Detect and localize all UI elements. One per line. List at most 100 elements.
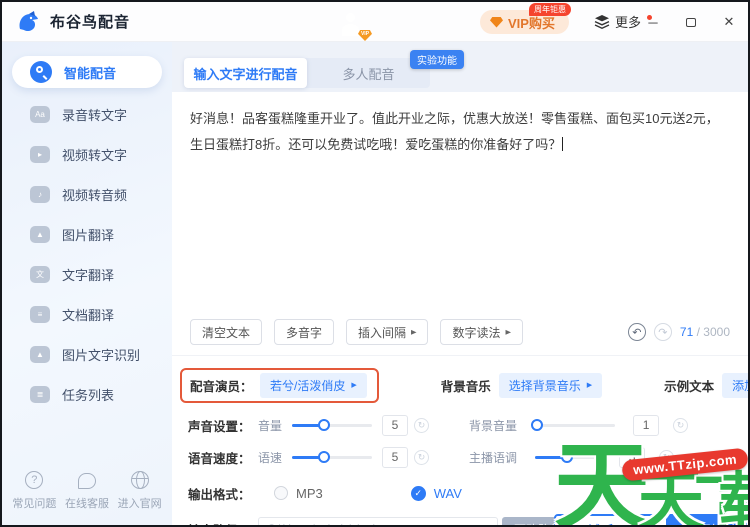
content-panel: 好消息！品客蛋糕隆重开业了。值此开业之际，优惠大放送！零售蛋糕、面包买10元送2… — [172, 92, 748, 525]
sidebar-item-label: 视频转音频 — [62, 187, 128, 203]
voice-actor-row: 配音演员： 若兮/活泼俏皮 ▶ 背景音乐 选择背景音乐 ▶ 示例文本 添 — [180, 367, 748, 403]
mp3-label: MP3 — [296, 485, 323, 501]
radio-wav[interactable]: ✓ WAV — [410, 485, 462, 501]
reset-icon[interactable]: ↻ — [673, 417, 689, 433]
voice-actor-label: 配音演员： — [190, 379, 253, 394]
sample-text-label: 示例文本 — [664, 379, 715, 394]
globe-icon — [130, 470, 149, 489]
maximize-button[interactable] — [672, 2, 710, 42]
polyphone-button[interactable]: 多音字 — [274, 319, 335, 345]
start-convert-button[interactable]: 开始转换 — [666, 514, 748, 526]
output-path-input[interactable] — [258, 516, 498, 525]
sidebar-item-label: 文字翻译 — [62, 267, 115, 283]
text-translate-icon: 文 — [30, 265, 50, 283]
ocr-icon: ▲ — [30, 345, 50, 363]
sidebar-item-label: 任务列表 — [62, 387, 115, 403]
sidebar-item-audio-to-text[interactable]: Aa 录音转文字 — [30, 100, 162, 128]
question-icon: ? — [25, 471, 44, 489]
layers-icon — [594, 15, 610, 29]
avatar-vip-badge: VIP — [358, 30, 372, 41]
sidebar-item-doc-translate[interactable]: ≡ 文档翻译 — [30, 300, 162, 328]
voice-actor-highlight-box: 配音演员： 若兮/活泼俏皮 ▶ — [180, 367, 379, 403]
char-counter: ↶ ↷ 71 / 3000 — [627, 323, 730, 341]
app-window: 布谷鸟配音 VIP VIP购买 周年钜惠 更多 ─ ✕ 智能配音 Aa 录音转文… — [0, 0, 750, 527]
lightning-icon — [685, 522, 688, 525]
speed-slider[interactable] — [292, 450, 373, 463]
volume-slider[interactable] — [292, 418, 373, 431]
sidebar-item-image-translate[interactable]: ▲ 图片翻译 — [30, 220, 162, 248]
video-to-text-icon: ▸ — [30, 145, 50, 163]
sidebar-item-text-translate[interactable]: 文 文字翻译 — [30, 260, 162, 288]
output-path-row: 输出路径： 更改路径 ▶ 试听一下 开始转换 — [188, 514, 748, 526]
dropdown-arrow-icon: ▶ — [351, 382, 357, 389]
chat-bubble-icon — [77, 473, 96, 489]
convert-label: 开始转换 — [698, 520, 748, 526]
video-to-audio-icon: ♪ — [30, 185, 50, 203]
tab-text-dubbing[interactable]: 输入文字进行配音 — [184, 58, 307, 88]
audio-to-text-icon: Aa — [30, 105, 50, 123]
sidebar-item-label: 录音转文字 — [62, 107, 128, 123]
sidebar-footer: ? 常见问题 在线客服 进入官网 — [2, 470, 172, 511]
char-count-current: 71 — [679, 325, 694, 339]
faq-label: 常见问题 — [12, 498, 57, 510]
titlebar: 布谷鸟配音 VIP VIP购买 周年钜惠 更多 ─ ✕ — [2, 2, 748, 42]
wav-label: WAV — [433, 485, 462, 501]
sample-text-select[interactable]: 添加示例文本 ▶ — [722, 372, 748, 398]
volume-input[interactable] — [382, 414, 409, 436]
sidebar-item-task-list[interactable]: ≣ 任务列表 — [30, 380, 162, 408]
voice-actor-value: 若兮/活泼俏皮 — [270, 378, 346, 393]
voice-actor-select[interactable]: 若兮/活泼俏皮 ▶ — [260, 372, 367, 398]
polyphone-label: 多音字 — [286, 325, 323, 340]
app-logo-bird-icon — [19, 10, 38, 31]
text-editor[interactable]: 好消息！品客蛋糕隆重开业了。值此开业之际，优惠大放送！零售蛋糕、面包买10元送2… — [172, 92, 748, 317]
sample-text-button-label: 添加示例文本 — [732, 378, 748, 393]
dropdown-arrow-icon: ▶ — [411, 329, 417, 336]
editor-toolbar: 清空文本 多音字 插入间隔 ▶ 数字读法 ▶ ↶ ↷ 71 / 3000 — [172, 317, 748, 356]
speed-label: 语速 — [258, 450, 283, 465]
number-reading-button[interactable]: 数字读法 ▶ — [440, 319, 523, 345]
customer-service-button[interactable]: 在线客服 — [65, 471, 109, 511]
bg-volume-slider[interactable] — [530, 418, 616, 431]
bgm-select[interactable]: 选择背景音乐 ▶ — [498, 372, 603, 398]
bgm-button-label: 选择背景音乐 — [508, 378, 581, 393]
text-caret — [562, 137, 564, 151]
close-button[interactable]: ✕ — [710, 2, 748, 42]
undo-icon[interactable]: ↶ — [627, 323, 646, 341]
minimize-button[interactable]: ─ — [634, 2, 672, 42]
radio-check-icon: ✓ — [410, 485, 426, 501]
sidebar-item-ocr[interactable]: ▲ 图片文字识别 — [30, 340, 162, 368]
pitch-input[interactable] — [619, 446, 646, 468]
official-site-button[interactable]: 进入官网 — [118, 470, 162, 511]
reset-icon[interactable]: ↻ — [414, 449, 430, 465]
doc-translate-icon: ≡ — [30, 305, 50, 323]
pitch-slider[interactable] — [535, 450, 602, 463]
redo-icon[interactable]: ↷ — [653, 323, 672, 341]
output-path-label: 输出路径： — [188, 520, 258, 526]
bgm-label: 背景音乐 — [440, 379, 491, 394]
customer-service-label: 在线客服 — [64, 498, 109, 510]
output-format-label: 输出格式： — [188, 487, 251, 502]
user-avatar[interactable]: VIP — [338, 8, 372, 41]
sidebar-item-smart-dubbing[interactable]: 智能配音 — [12, 56, 162, 88]
radio-mp3[interactable]: MP3 — [274, 486, 323, 501]
output-format-row: 输出格式： MP3 ✓ WAV — [188, 480, 748, 506]
sidebar-item-label: 视频转文字 — [62, 147, 128, 163]
main-area: 输入文字进行配音 多人配音 实验功能 好消息！品客蛋糕隆重开业了。值此开业之际，… — [172, 42, 748, 525]
bg-volume-input[interactable] — [633, 414, 660, 436]
image-translate-icon: ▲ — [30, 225, 50, 243]
reset-icon[interactable]: ↻ — [414, 417, 430, 433]
volume-label: 音量 — [258, 418, 283, 433]
listen-button[interactable]: ▶ 试听一下 — [554, 514, 658, 525]
clear-text-button[interactable]: 清空文本 — [190, 319, 263, 345]
faq-button[interactable]: ? 常见问题 — [12, 471, 56, 511]
tab-strip: 输入文字进行配音 多人配音 — [184, 58, 430, 88]
sidebar-item-video-to-audio[interactable]: ♪ 视频转音频 — [30, 180, 162, 208]
app-title: 布谷鸟配音 — [50, 14, 131, 31]
insert-pause-button[interactable]: 插入间隔 ▶ — [346, 319, 429, 345]
sound-settings-label: 声音设置： — [188, 419, 251, 434]
reset-icon[interactable]: ↻ — [659, 449, 675, 465]
sidebar-item-video-to-text[interactable]: ▸ 视频转文字 — [30, 140, 162, 168]
insert-pause-label: 插入间隔 — [358, 325, 407, 340]
sidebar-item-label: 智能配音 — [64, 65, 117, 81]
speed-input[interactable] — [382, 446, 409, 468]
